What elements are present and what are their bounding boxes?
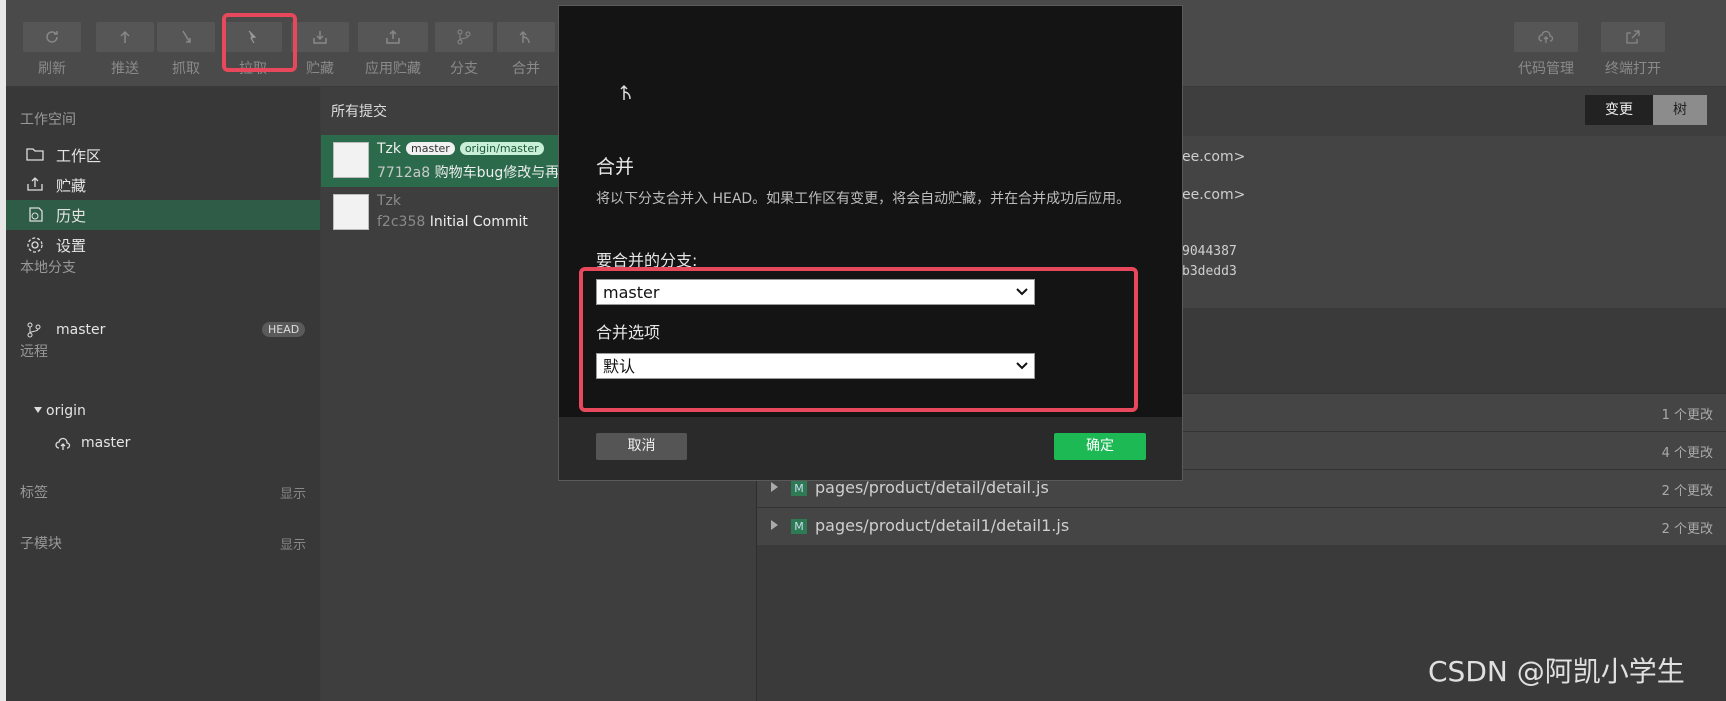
code-manage-label: 代码管理 bbox=[1518, 61, 1574, 77]
confirm-button[interactable]: 确定 bbox=[1054, 433, 1146, 460]
head-badge: HEAD bbox=[262, 322, 306, 337]
remote-branch-tag: origin/master bbox=[459, 142, 544, 155]
author-email: ee.com> bbox=[1182, 149, 1246, 165]
commit-author-name: Tzk bbox=[377, 141, 402, 157]
file-row[interactable]: M pages/product/detail1/detail1.js 2 个更改 bbox=[757, 507, 1726, 545]
stash-icon bbox=[313, 31, 327, 44]
local-branch-master[interactable]: master HEAD bbox=[6, 313, 320, 347]
remote-origin[interactable]: origin bbox=[6, 398, 320, 428]
sidebar-item-stash[interactable]: 贮藏 bbox=[6, 170, 320, 200]
file-path: pages/product/detail1/detail1.js bbox=[815, 516, 1070, 535]
fetch-label: 抓取 bbox=[172, 61, 200, 77]
modified-badge: M bbox=[791, 519, 807, 534]
branch-icon bbox=[457, 29, 471, 45]
refresh-button[interactable]: 刷新 bbox=[22, 22, 82, 86]
terminal-open-label: 终端打开 bbox=[1605, 61, 1661, 77]
cancel-button[interactable]: 取消 bbox=[596, 433, 687, 460]
sidebar: 工作空间 工作区 贮藏 历史 设置 本地分支 master HEAD 远程 or… bbox=[6, 87, 320, 701]
code-manage-button[interactable]: 代码管理 bbox=[1509, 22, 1583, 86]
merge-options-highlight-box bbox=[579, 267, 1138, 412]
refresh-label: 刷新 bbox=[38, 61, 66, 77]
sidebar-item-label: 贮藏 bbox=[56, 177, 87, 195]
sidebar-item-label: 工作区 bbox=[56, 147, 102, 165]
stash-button[interactable]: 贮藏 bbox=[290, 22, 350, 86]
pull-highlight-box bbox=[222, 13, 297, 72]
branch-label: 分支 bbox=[450, 61, 478, 77]
branch-button[interactable]: 分支 bbox=[434, 22, 494, 86]
merge-icon bbox=[620, 84, 631, 100]
fetch-icon bbox=[182, 30, 191, 43]
submodules-toggle[interactable]: 显示 bbox=[280, 534, 306, 553]
local-branch-name: master bbox=[56, 322, 106, 338]
commit-hash: 7712a8 bbox=[377, 165, 431, 181]
cloud-icon bbox=[55, 437, 71, 450]
cloud-upload-icon bbox=[1538, 30, 1554, 43]
merge-label: 合并 bbox=[512, 61, 540, 77]
expand-arrow-icon[interactable] bbox=[771, 520, 778, 530]
commit-message: 7712a8 购物车bug修改与再 bbox=[377, 162, 559, 182]
file-change-count: 2 个更改 bbox=[1661, 522, 1713, 537]
committer-email: ee.com> bbox=[1182, 187, 1246, 203]
dialog-footer: 取消 确定 bbox=[559, 417, 1182, 480]
local-branches-header: 本地分支 bbox=[20, 260, 76, 276]
commit-sha: 9044387 bbox=[1182, 244, 1237, 259]
workspace-header: 工作空间 bbox=[20, 112, 76, 128]
commit-message: f2c358 Initial Commit bbox=[377, 214, 528, 230]
folder-icon bbox=[26, 148, 44, 161]
history-icon bbox=[29, 207, 43, 222]
gear-icon bbox=[27, 237, 43, 253]
avatar bbox=[333, 142, 369, 178]
stash-icon bbox=[27, 177, 43, 191]
remote-branch-master[interactable]: master bbox=[6, 430, 320, 460]
commit-author-name: Tzk bbox=[377, 193, 402, 209]
file-change-count: 4 个更改 bbox=[1661, 446, 1713, 461]
commit-message-text: 购物车bug修改与再 bbox=[434, 165, 560, 181]
push-icon bbox=[120, 30, 130, 43]
tags-header: 标签 bbox=[20, 485, 48, 501]
terminal-open-button[interactable]: 终端打开 bbox=[1596, 22, 1670, 86]
apply-stash-icon bbox=[386, 29, 400, 44]
remote-header: 远程 bbox=[20, 344, 48, 360]
tab-tree[interactable]: 树 bbox=[1653, 95, 1707, 125]
tags-toggle[interactable]: 显示 bbox=[280, 483, 306, 502]
submodules-header: 子模块 bbox=[20, 536, 62, 552]
commit-message-text: Initial Commit bbox=[429, 214, 528, 230]
file-change-count: 2 个更改 bbox=[1661, 484, 1713, 499]
avatar bbox=[333, 194, 369, 230]
commit-hash: f2c358 bbox=[377, 214, 426, 230]
push-button[interactable]: 推送 bbox=[95, 22, 155, 86]
dialog-title: 合并 bbox=[596, 156, 635, 178]
external-link-icon bbox=[1626, 30, 1640, 44]
expand-arrow-icon[interactable] bbox=[771, 482, 778, 492]
refresh-icon bbox=[46, 31, 58, 43]
parent-sha: b3dedd3 bbox=[1182, 264, 1237, 279]
dialog-description: 将以下分支合并入 HEAD。如果工作区有变更，将会自动贮藏，并在合并成功后应用。 bbox=[596, 191, 1131, 207]
commit-list-title: 所有提交 bbox=[331, 104, 387, 120]
remote-branch-name: master bbox=[81, 435, 131, 451]
watermark: CSDN @阿凯小学生 bbox=[1428, 655, 1685, 688]
merge-button[interactable]: 合并 bbox=[496, 22, 556, 86]
fetch-button[interactable]: 抓取 bbox=[156, 22, 216, 86]
sidebar-item-label: 设置 bbox=[56, 237, 87, 255]
sidebar-item-settings[interactable]: 设置 bbox=[6, 230, 320, 260]
remote-name: origin bbox=[46, 403, 86, 419]
commit-author: Tzk master origin/master bbox=[377, 141, 544, 157]
sidebar-item-label: 历史 bbox=[56, 207, 87, 225]
push-label: 推送 bbox=[111, 61, 139, 77]
stash-label: 贮藏 bbox=[306, 61, 334, 77]
branch-icon bbox=[27, 322, 41, 338]
branch-tag: master bbox=[406, 142, 455, 155]
merge-icon bbox=[519, 31, 530, 44]
sidebar-item-history[interactable]: 历史 bbox=[6, 200, 320, 230]
modified-badge: M bbox=[791, 481, 807, 496]
sidebar-item-workspace[interactable]: 工作区 bbox=[6, 140, 320, 170]
tab-changes[interactable]: 变更 bbox=[1585, 95, 1653, 125]
apply-stash-label: 应用贮藏 bbox=[365, 61, 421, 77]
caret-down-icon bbox=[34, 407, 42, 413]
file-change-count: 1 个更改 bbox=[1661, 408, 1713, 423]
apply-stash-button[interactable]: 应用贮藏 bbox=[356, 22, 430, 86]
